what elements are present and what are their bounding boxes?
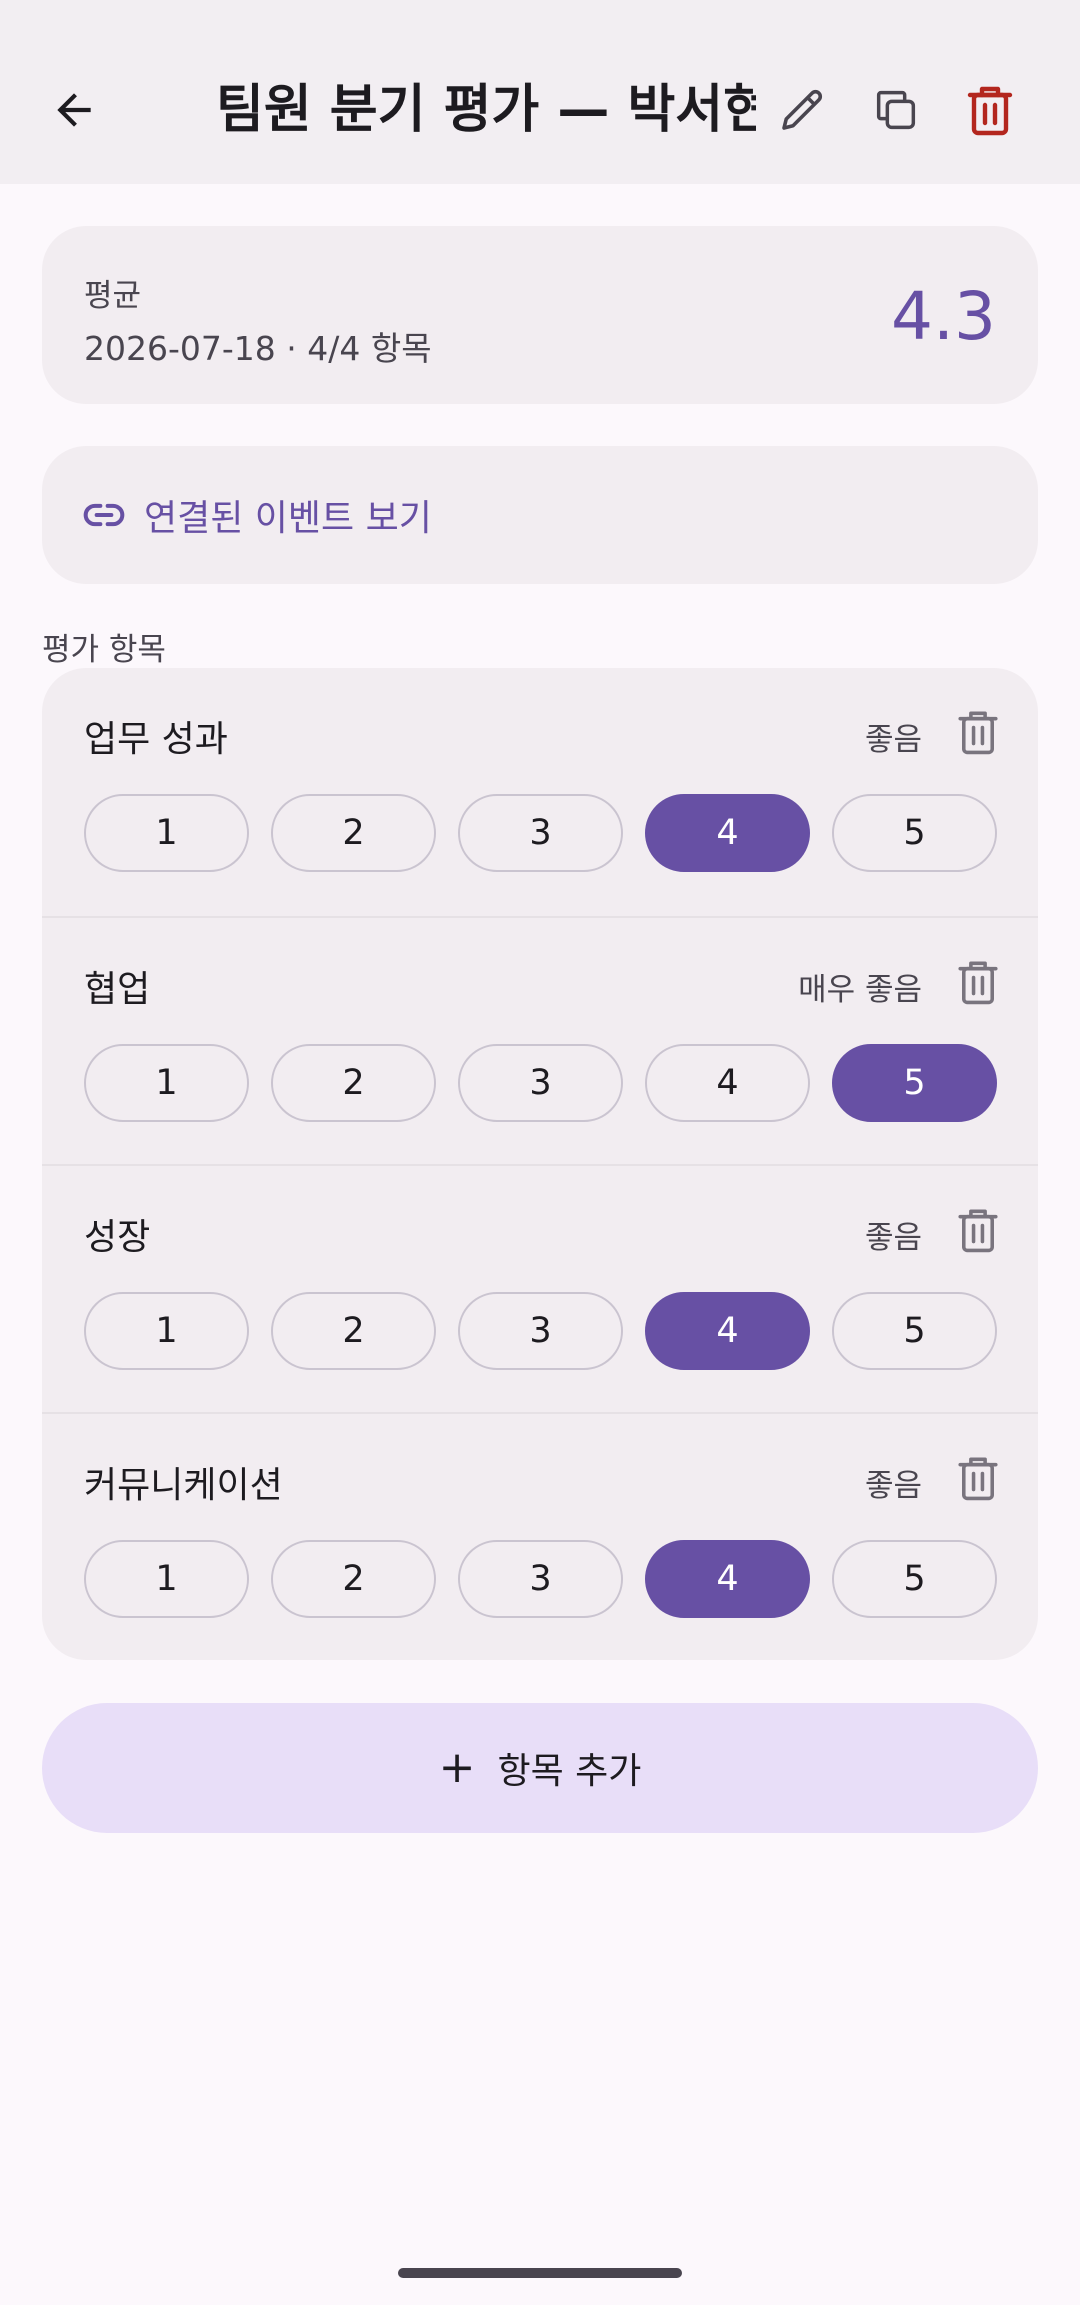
trash-icon (958, 711, 998, 755)
rating-text: 좋음 (864, 1468, 922, 1504)
item-name: 업무 성과 (84, 719, 228, 760)
rating-option-1[interactable]: 1 (84, 1540, 249, 1618)
section-label: 평가 항목 (42, 632, 166, 668)
rating-option-5[interactable]: 5 (832, 794, 997, 872)
rating-option-5[interactable]: 5 (832, 1292, 997, 1370)
item-name: 협업 (84, 969, 151, 1010)
back-button[interactable] (26, 62, 122, 158)
plus-icon: + (438, 1742, 476, 1793)
add-item-button[interactable]: + 항목 추가 (42, 1703, 1038, 1833)
rating-scale: 12345 (84, 1044, 997, 1122)
rating-option-2[interactable]: 2 (271, 1540, 436, 1618)
evaluation-item: 커뮤니케이션 좋음 1 2 3 4 5 (42, 1412, 1038, 1660)
rating-option-4[interactable]: 4 (645, 1540, 810, 1618)
delete-item-button[interactable] (956, 1206, 1000, 1254)
rating-option-4[interactable]: 4 (645, 1292, 810, 1370)
delete-item-button[interactable] (956, 1454, 1000, 1502)
evaluation-item: 업무 성과 좋음 1 2 3 4 5 (42, 668, 1038, 916)
rating-option-3[interactable]: 3 (458, 1044, 623, 1122)
edit-button[interactable] (754, 62, 850, 158)
rating-scale: 12345 (84, 1292, 997, 1370)
arrow-back-icon (57, 93, 91, 127)
rating-scale: 12345 (84, 794, 997, 872)
rating-option-2[interactable]: 2 (271, 1292, 436, 1370)
copy-button[interactable] (848, 62, 944, 158)
item-name: 성장 (84, 1217, 151, 1258)
evaluation-item: 협업 매우 좋음 1 2 3 4 5 (42, 916, 1038, 1164)
rating-option-2[interactable]: 2 (271, 1044, 436, 1122)
delete-button[interactable] (942, 62, 1038, 158)
linked-event-label: 연결된 이벤트 보기 (144, 498, 432, 539)
rating-option-3[interactable]: 3 (458, 1292, 623, 1370)
link-icon (83, 503, 125, 527)
evaluation-item: 성장 좋음 1 2 3 4 5 (42, 1164, 1038, 1412)
page-title: 팀원 분기 평가 — 박서현 (216, 80, 756, 140)
rating-option-1[interactable]: 1 (84, 794, 249, 872)
delete-item-button[interactable] (956, 708, 1000, 756)
average-label: 평균 (84, 278, 142, 314)
date-and-count: 2026-07-18 · 4/4 항목 (84, 329, 432, 368)
average-summary-card: 평균 2026-07-18 · 4/4 항목 4.3 (42, 226, 1038, 404)
rating-option-4[interactable]: 4 (645, 794, 810, 872)
add-item-label: 항목 추가 (497, 1751, 642, 1792)
rating-option-1[interactable]: 1 (84, 1044, 249, 1122)
item-name: 커뮤니케이션 (84, 1465, 283, 1506)
rating-option-2[interactable]: 2 (271, 794, 436, 872)
trash-icon (958, 1209, 998, 1253)
trash-icon (958, 1457, 998, 1501)
rating-scale: 12345 (84, 1540, 997, 1618)
rating-text: 매우 좋음 (798, 972, 922, 1008)
trash-icon (967, 86, 1013, 136)
average-value: 4.3 (891, 278, 996, 355)
rating-text: 좋음 (864, 722, 922, 758)
rating-option-5[interactable]: 5 (832, 1540, 997, 1618)
copy-icon (876, 90, 916, 130)
rating-option-5[interactable]: 5 (832, 1044, 997, 1122)
delete-item-button[interactable] (956, 958, 1000, 1006)
trash-icon (958, 961, 998, 1005)
linked-event-button[interactable]: 연결된 이벤트 보기 (42, 446, 1038, 584)
rating-text: 좋음 (864, 1220, 922, 1256)
rating-option-4[interactable]: 4 (645, 1044, 810, 1122)
home-indicator (398, 2268, 682, 2278)
pencil-icon (782, 89, 823, 130)
top-app-bar: 팀원 분기 평가 — 박서현 (0, 0, 1080, 184)
rating-option-3[interactable]: 3 (458, 1540, 623, 1618)
rating-option-3[interactable]: 3 (458, 794, 623, 872)
rating-option-1[interactable]: 1 (84, 1292, 249, 1370)
evaluation-items-card: 업무 성과 좋음 1 2 3 4 5 협업 매우 좋음 1 2 3 4 5 성장 좋음 1 2 3 4 5 커뮤니케이션 좋… (42, 668, 1038, 1660)
